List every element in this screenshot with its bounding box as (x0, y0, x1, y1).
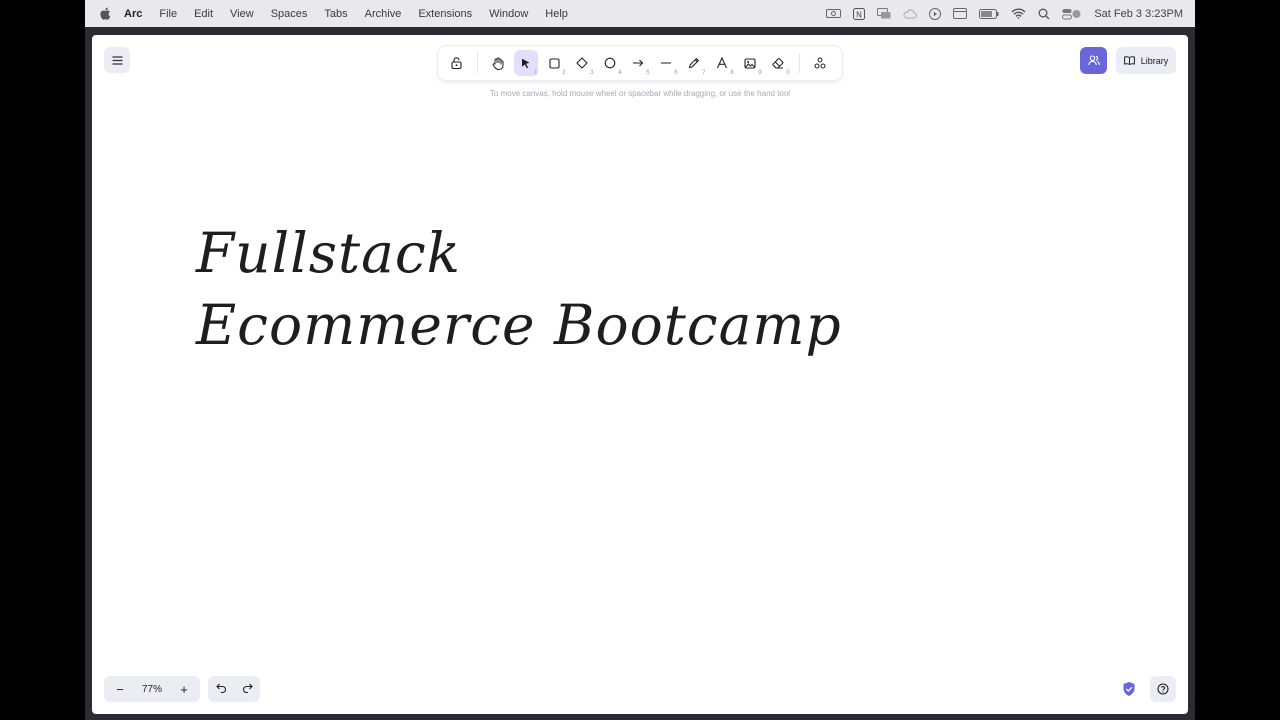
notion-icon[interactable]: N (853, 7, 866, 20)
menu-extensions[interactable]: Extensions (418, 8, 472, 20)
diamond-tool[interactable]: 3 (570, 50, 595, 76)
zoom-out-button[interactable]: − (112, 681, 128, 697)
image-icon (744, 57, 756, 69)
pencil-icon (689, 57, 700, 69)
status-area: N Sat Feb 3 3:23PM (826, 0, 1183, 27)
shortcut-key: 1 (534, 70, 538, 76)
zoom-level[interactable]: 77% (142, 684, 162, 695)
shortcut-key: 6 (674, 70, 678, 76)
diamond-icon (576, 57, 588, 69)
help-button[interactable] (1150, 676, 1176, 702)
rectangle-tool[interactable]: 2 (542, 50, 567, 76)
library-button[interactable]: Library (1116, 47, 1176, 74)
collaborate-button[interactable] (1080, 47, 1107, 74)
toolbar-divider (477, 53, 478, 73)
square-icon (549, 57, 560, 69)
hand-tool[interactable] (486, 50, 511, 76)
extra-tools[interactable] (808, 50, 833, 76)
arrow-tool[interactable]: 5 (626, 50, 651, 76)
lock-icon (451, 57, 462, 69)
users-icon (1087, 55, 1100, 66)
draw-tool[interactable]: 7 (682, 50, 707, 76)
eraser-tool[interactable]: 0 (766, 50, 791, 76)
canvas-hint: To move canvas, hold mouse wheel or spac… (489, 89, 791, 98)
shortcut-key: 9 (758, 70, 762, 76)
menu-bar: Arc File Edit View Spaces Tabs Archive E… (85, 0, 1195, 27)
canvas-text-line-2[interactable]: Ecommerce Bootcamp (196, 293, 842, 357)
main-menu-button[interactable] (104, 47, 130, 73)
menu-edit[interactable]: Edit (194, 8, 213, 20)
menu-spaces[interactable]: Spaces (271, 8, 308, 20)
screen-icon[interactable] (877, 8, 891, 19)
pointer-icon (522, 58, 530, 68)
search-icon[interactable] (1038, 8, 1050, 20)
history-controls (208, 676, 260, 702)
text-icon (717, 57, 728, 69)
arrow-icon (633, 59, 644, 67)
shield-icon[interactable] (1121, 681, 1137, 697)
menu-archive[interactable]: Archive (365, 8, 402, 20)
library-label: Library (1140, 55, 1169, 66)
zoom-in-button[interactable]: + (176, 681, 192, 697)
book-icon (1123, 56, 1135, 65)
shortcut-key: 8 (730, 70, 734, 76)
ellipse-tool[interactable]: 4 (598, 50, 623, 76)
help-icon (1157, 683, 1169, 695)
line-icon (661, 62, 672, 64)
undo-icon (215, 683, 226, 694)
text-tool[interactable]: 8 (710, 50, 735, 76)
menu-app-arc[interactable]: Arc (124, 8, 142, 20)
shortcut-key: 3 (590, 70, 594, 76)
battery-icon[interactable] (979, 8, 999, 19)
menu-help[interactable]: Help (545, 8, 568, 20)
circle-icon (604, 57, 616, 69)
control-center-icon[interactable] (1062, 8, 1082, 20)
canvas-text-line-1[interactable]: Fullstack (196, 221, 461, 285)
eraser-icon (772, 57, 784, 69)
clock[interactable]: Sat Feb 3 3:23PM (1094, 8, 1183, 20)
shortcut-key: 0 (786, 70, 790, 76)
apple-icon[interactable] (98, 7, 112, 21)
shortcut-key: 4 (618, 70, 622, 76)
menu-tabs[interactable]: Tabs (324, 8, 347, 20)
selection-tool[interactable]: 1 (513, 50, 539, 76)
zoom-controls: − 77% + (104, 676, 200, 702)
hamburger-icon (112, 55, 122, 65)
toolbar-divider (799, 53, 801, 73)
cloud-icon[interactable] (903, 9, 918, 19)
menu-file[interactable]: File (159, 8, 177, 20)
shapes-icon (814, 57, 826, 69)
redo-button[interactable] (242, 680, 253, 698)
wifi-icon[interactable] (1011, 8, 1026, 19)
menu-view[interactable]: View (230, 8, 254, 20)
line-tool[interactable]: 6 (654, 50, 679, 76)
shortcut-key: 7 (702, 70, 706, 76)
hand-icon (492, 57, 504, 70)
lock-tool[interactable] (444, 50, 469, 76)
camera-icon[interactable] (826, 8, 842, 19)
shortcut-key: 2 (562, 70, 566, 76)
undo-button[interactable] (215, 680, 227, 698)
image-tool[interactable]: 9 (738, 50, 763, 76)
shortcut-key: 5 (646, 70, 650, 76)
display-icon[interactable] (953, 8, 968, 19)
drawing-canvas[interactable]: 1 2 3 4 5 6 7 8 9 0 To move canvas, hold… (92, 35, 1188, 714)
play-icon[interactable] (929, 7, 942, 20)
tool-bar: 1 2 3 4 5 6 7 8 9 0 (438, 46, 842, 80)
menu-window[interactable]: Window (489, 8, 528, 20)
svg-text:N: N (856, 10, 862, 19)
redo-icon (242, 683, 253, 694)
